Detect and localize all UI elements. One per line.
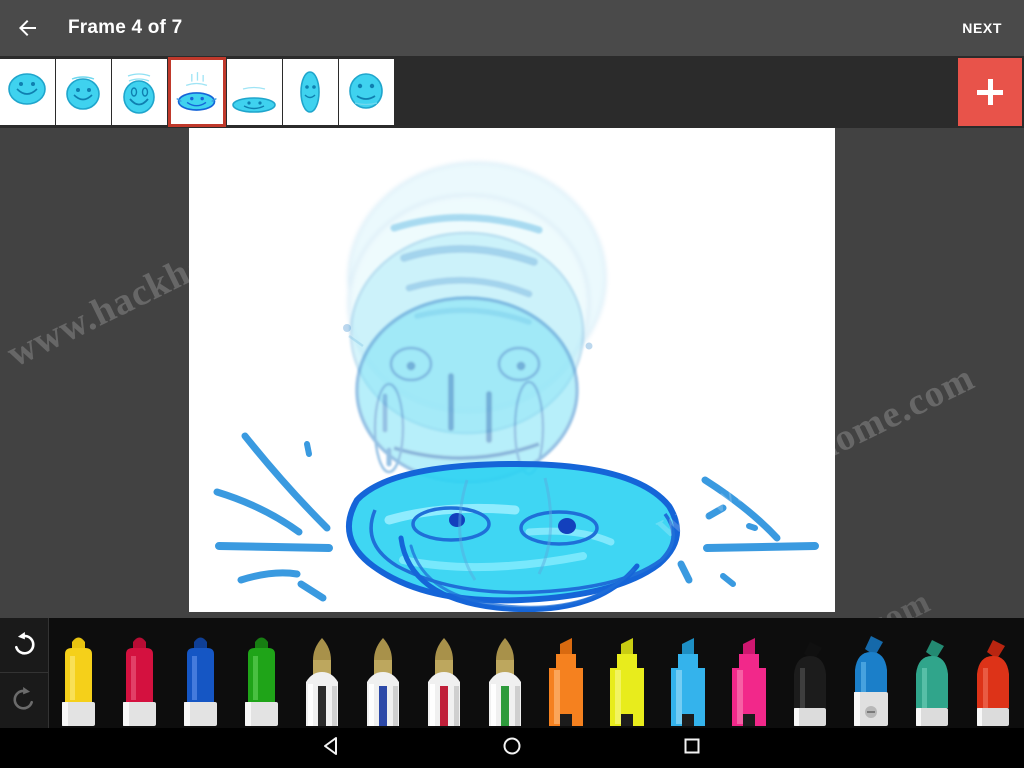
pen-brush-blue[interactable] xyxy=(841,628,902,728)
pen-brush-teal[interactable] xyxy=(902,628,963,728)
undo-button[interactable] xyxy=(0,618,48,673)
circle-home-icon xyxy=(502,736,522,761)
back-button[interactable] xyxy=(0,0,56,56)
add-frame-button[interactable] xyxy=(958,58,1022,126)
page-title: Frame 4 of 7 xyxy=(68,17,183,38)
pen-highlighter-orange[interactable] xyxy=(536,628,597,728)
pen-pencil-green[interactable] xyxy=(475,628,536,728)
pen-rack xyxy=(48,618,1024,728)
android-home-button[interactable] xyxy=(422,728,602,768)
pen-marker-blue[interactable] xyxy=(170,628,231,728)
undo-icon xyxy=(11,630,37,661)
plus-icon-vertical xyxy=(987,79,993,105)
drawing-toolbar xyxy=(0,618,1024,728)
frame-thumbnail-4[interactable] xyxy=(168,57,226,127)
pen-pencil-red[interactable] xyxy=(414,628,475,728)
canvas-area xyxy=(0,128,1024,618)
pen-marker-green[interactable] xyxy=(231,628,292,728)
frame-thumbnail-2[interactable] xyxy=(56,59,111,125)
pen-pencil-blue[interactable] xyxy=(353,628,414,728)
pen-highlighter-pink[interactable] xyxy=(719,628,780,728)
frame-thumbnail-5[interactable] xyxy=(227,59,282,125)
onion-skin-ghost-near xyxy=(355,296,579,484)
android-back-button[interactable] xyxy=(242,728,422,768)
app-header: Frame 4 of 7 NEXT xyxy=(0,0,1024,56)
next-button[interactable]: NEXT xyxy=(958,12,1006,44)
pen-highlighter-yellow[interactable] xyxy=(597,628,658,728)
frame-filmstrip xyxy=(0,56,1024,128)
pen-marker-yellow[interactable] xyxy=(48,628,109,728)
frame-thumbnail-7[interactable] xyxy=(339,59,394,125)
pen-brush-red[interactable] xyxy=(963,628,1024,728)
frame-thumbnail-6[interactable] xyxy=(283,59,338,125)
pen-highlighter-skyblue[interactable] xyxy=(658,628,719,728)
square-recents-icon xyxy=(682,736,702,761)
pen-marker-crimson[interactable] xyxy=(109,628,170,728)
arrow-left-icon xyxy=(16,16,40,40)
frame-thumbnail-1[interactable] xyxy=(0,59,55,125)
pen-brush-black[interactable] xyxy=(780,628,841,728)
drawing-canvas[interactable] xyxy=(189,128,835,612)
android-navigation-bar xyxy=(0,728,1024,768)
frame-thumbnail-list xyxy=(0,56,395,128)
history-tools xyxy=(0,618,49,728)
redo-icon xyxy=(11,685,37,716)
frame-thumbnail-3[interactable] xyxy=(112,59,167,125)
pen-pencil-black[interactable] xyxy=(292,628,353,728)
android-recents-button[interactable] xyxy=(602,728,782,768)
redo-button[interactable] xyxy=(0,673,48,728)
triangle-back-icon xyxy=(322,736,342,761)
app-root: Frame 4 of 7 NEXT www.hackhome.com www.h… xyxy=(0,0,1024,768)
